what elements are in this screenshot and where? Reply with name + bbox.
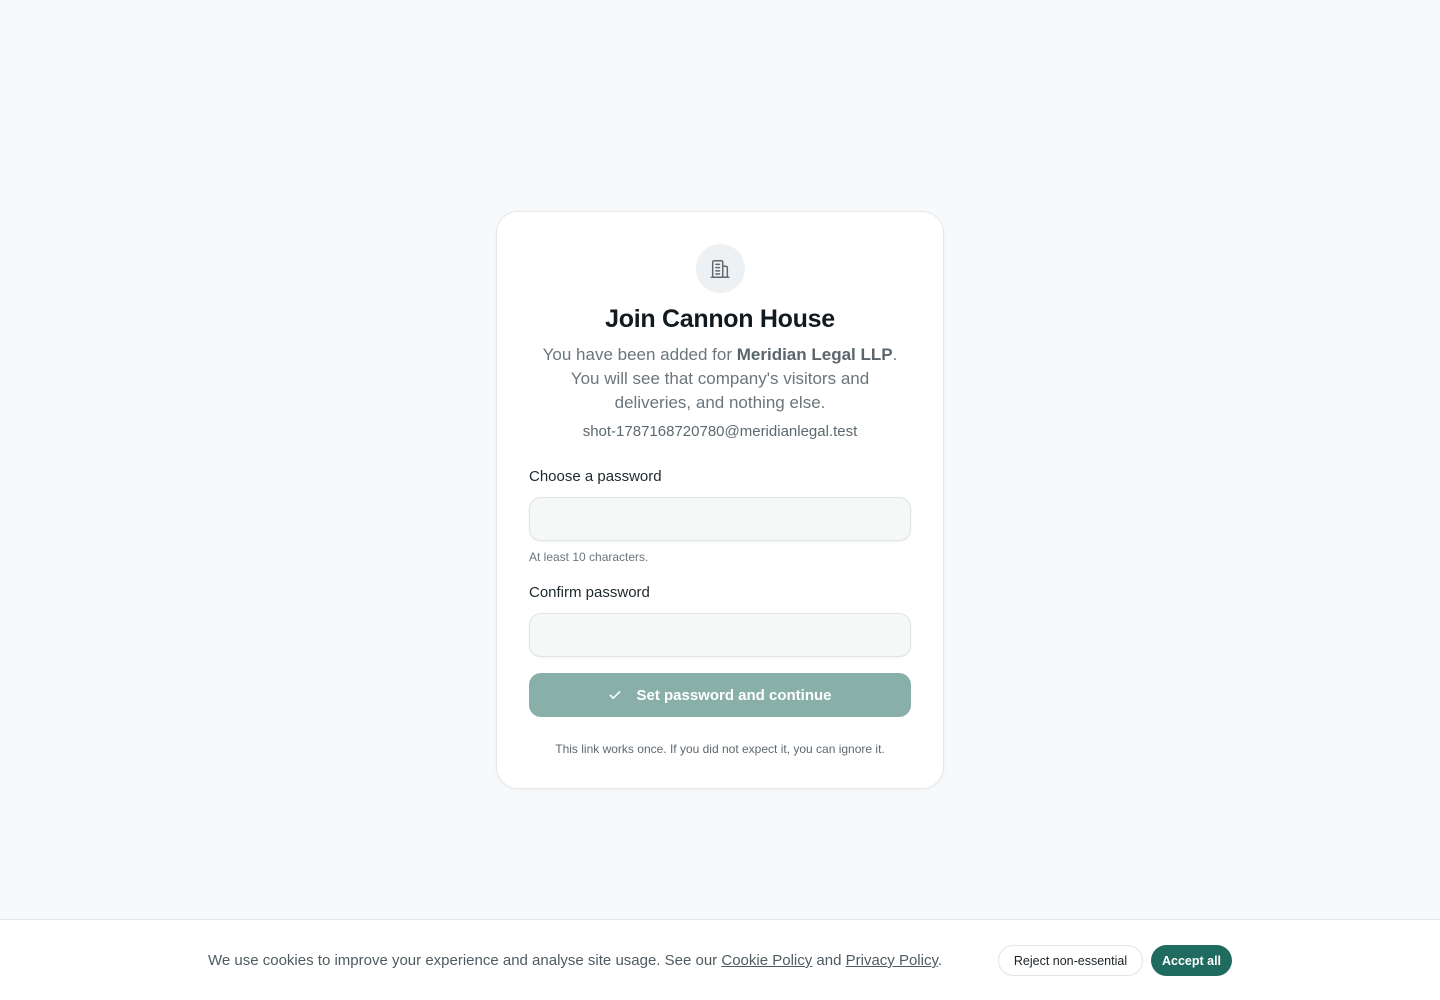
cookie-policy-link[interactable]: Cookie Policy: [721, 952, 812, 969]
invite-description: You have been added for Meridian Legal L…: [529, 343, 911, 415]
password-label: Choose a password: [529, 468, 662, 485]
join-card: Join Cannon House You have been added fo…: [496, 211, 944, 789]
set-password-button[interactable]: Set password and continue: [529, 673, 911, 717]
privacy-policy-link[interactable]: Privacy Policy: [846, 952, 938, 969]
confirm-password-label: Confirm password: [529, 584, 650, 601]
company-name: Meridian Legal LLP: [736, 345, 893, 364]
cookie-banner: We use cookies to improve your experienc…: [0, 919, 1440, 1000]
link-footnote: This link works once. If you did not exp…: [555, 742, 885, 756]
set-password-button-label: Set password and continue: [636, 686, 832, 704]
invitee-email: shot-1787168720780@meridianlegal.test: [582, 423, 858, 440]
building-icon: [710, 259, 730, 278]
invite-description-start: You have been added for: [542, 345, 737, 364]
password-input[interactable]: [529, 497, 911, 541]
cookie-message-start: We use cookies to improve your experienc…: [208, 952, 722, 969]
accept-all-button[interactable]: Accept all: [1151, 945, 1232, 976]
page-title: Join Cannon House: [605, 305, 835, 333]
confirm-password-input[interactable]: [529, 613, 911, 657]
cookie-message-and: and: [812, 952, 846, 969]
cookie-message: We use cookies to improve your experienc…: [208, 951, 942, 971]
password-hint: At least 10 characters.: [529, 550, 649, 564]
check-icon: [610, 691, 621, 699]
building-icon-badge: [695, 244, 745, 293]
reject-non-essential-button[interactable]: Reject non-essential: [998, 945, 1143, 976]
cookie-message-end: .: [937, 952, 943, 969]
